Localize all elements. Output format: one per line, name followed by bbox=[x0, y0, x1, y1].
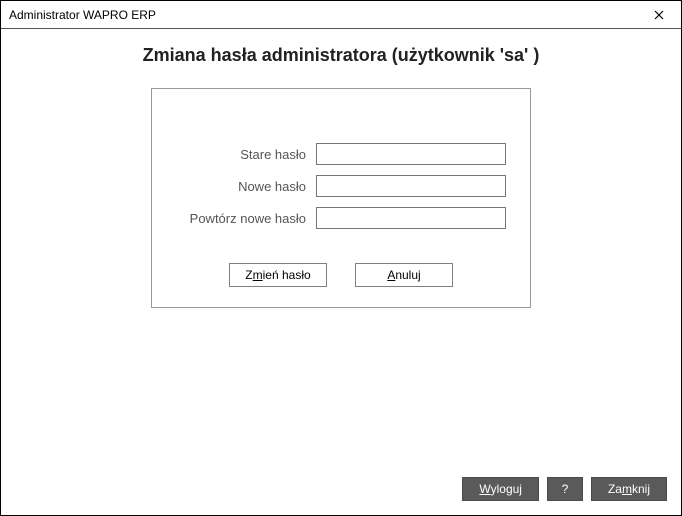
close-icon[interactable] bbox=[643, 4, 675, 26]
repeat-password-label: Powtórz nowe hasło bbox=[176, 211, 316, 226]
close-button[interactable]: Zamknij bbox=[591, 477, 667, 501]
logout-button[interactable]: Wyloguj bbox=[462, 477, 539, 501]
footer-buttons: Wyloguj ? Zamknij bbox=[462, 477, 667, 501]
new-password-row: Nowe hasło bbox=[176, 175, 506, 197]
cancel-button[interactable]: Anuluj bbox=[355, 263, 453, 287]
repeat-password-row: Powtórz nowe hasło bbox=[176, 207, 506, 229]
change-password-button[interactable]: Zmień hasło bbox=[229, 263, 327, 287]
new-password-label: Nowe hasło bbox=[176, 179, 316, 194]
new-password-input[interactable] bbox=[316, 175, 506, 197]
content-area: Zmiana hasła administratora (użytkownik … bbox=[1, 29, 681, 308]
app-window: Administrator WAPRO ERP Zmiana hasła adm… bbox=[0, 0, 682, 516]
password-panel: Stare hasło Nowe hasło Powtórz nowe hasł… bbox=[151, 88, 531, 308]
old-password-label: Stare hasło bbox=[176, 147, 316, 162]
help-button[interactable]: ? bbox=[547, 477, 583, 501]
old-password-row: Stare hasło bbox=[176, 143, 506, 165]
titlebar: Administrator WAPRO ERP bbox=[1, 1, 681, 29]
old-password-input[interactable] bbox=[316, 143, 506, 165]
window-title: Administrator WAPRO ERP bbox=[9, 8, 156, 22]
panel-button-row: Zmień hasło Anuluj bbox=[176, 263, 506, 287]
repeat-password-input[interactable] bbox=[316, 207, 506, 229]
page-title: Zmiana hasła administratora (użytkownik … bbox=[19, 45, 663, 66]
